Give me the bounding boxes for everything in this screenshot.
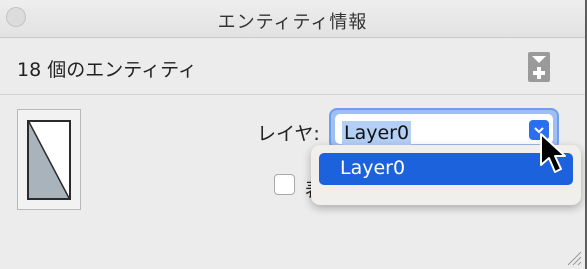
- titlebar: エンティティ情報: [0, 0, 585, 38]
- expand-details-icon[interactable]: [528, 52, 550, 82]
- entity-header: 18 個のエンティティ: [0, 38, 585, 95]
- mouse-pointer-icon: [538, 132, 568, 178]
- layer-option-layer0[interactable]: Layer0: [319, 153, 573, 185]
- entity-info-window: エンティティ情報 18 個のエンティティ レイヤ: Layer0 Layer0: [0, 0, 587, 269]
- layer-select-field[interactable]: Layer0: [335, 114, 553, 145]
- resize-grip-icon[interactable]: [564, 248, 582, 269]
- visibility-checkbox[interactable]: [274, 174, 295, 195]
- layer-select-value: Layer0: [342, 121, 412, 145]
- component-preview-icon: [17, 109, 81, 210]
- entity-count: 18 個のエンティティ: [17, 59, 197, 81]
- layer-option-label: Layer0: [340, 157, 406, 179]
- layer-label: レイヤ:: [257, 123, 320, 145]
- window-title: エンティティ情報: [217, 12, 368, 33]
- layer-select[interactable]: Layer0: [329, 108, 559, 150]
